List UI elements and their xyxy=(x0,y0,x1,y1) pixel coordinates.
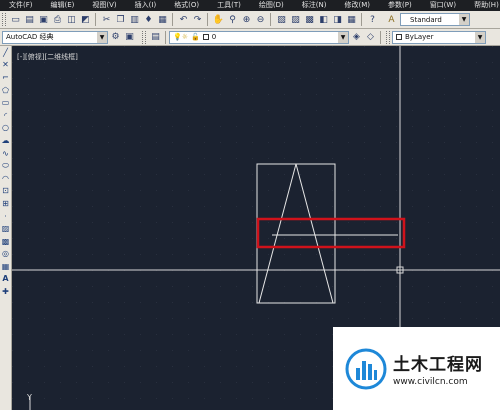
chevron-down-icon[interactable]: ▼ xyxy=(97,31,107,43)
zoom-realtime-icon[interactable]: ⚲ xyxy=(226,13,239,26)
layer-previous-icon[interactable]: ◇ xyxy=(364,31,377,44)
chevron-down-icon[interactable]: ▼ xyxy=(475,31,485,43)
chevron-down-icon[interactable]: ▼ xyxy=(459,14,469,25)
text-style-icon[interactable]: A xyxy=(385,13,398,26)
chevron-down-icon[interactable]: ▼ xyxy=(338,31,348,43)
zoom-window-icon[interactable]: ⊕ xyxy=(240,13,253,26)
point-icon[interactable]: · xyxy=(0,210,11,223)
menu-draw[interactable]: 绘图(D) xyxy=(250,0,293,11)
layer-state-icons: 💡☼ xyxy=(173,33,188,41)
match-properties-icon[interactable]: ♦ xyxy=(142,13,155,26)
table-icon[interactable]: ▦ xyxy=(0,260,11,273)
menu-dimension[interactable]: 标注(N) xyxy=(293,0,336,11)
menu-parametric[interactable]: 参数(P) xyxy=(379,0,421,11)
ucs-y-label: Y xyxy=(26,393,32,402)
publish-icon[interactable]: ◩ xyxy=(79,13,92,26)
ellipse-arc-icon[interactable]: ◠ xyxy=(0,172,11,185)
spline-icon[interactable]: ∿ xyxy=(0,147,11,160)
hatch-icon[interactable]: ▨ xyxy=(0,222,11,235)
standard-toolbar: ▭ ▤ ▣ ⎙ ◫ ◩ ✂ ❐ ▥ ♦ ▦ ↶ ↷ ✋ ⚲ ⊕ ⊖ ▧ ▨ ▩ … xyxy=(0,11,500,29)
layer-value: 0 xyxy=(211,33,217,41)
draw-toolbar: ╱ ✕ ⌐ ⬠ ▭ ◜ ○ ☁ ∿ ⬭ ◠ ⊡ ⊞ · ▨ ▩ ◎ ▦ A ✚ xyxy=(0,46,12,410)
menu-tools[interactable]: 工具(T) xyxy=(208,0,250,11)
civilcn-logo-icon xyxy=(345,348,387,389)
construction-line-icon[interactable]: ✕ xyxy=(0,59,11,72)
help-icon[interactable]: ? xyxy=(366,13,379,26)
zoom-previous-icon[interactable]: ⊖ xyxy=(254,13,267,26)
ellipse-icon[interactable]: ⬭ xyxy=(0,159,11,172)
open-file-icon[interactable]: ▤ xyxy=(23,13,36,26)
circle-icon[interactable]: ○ xyxy=(0,122,11,135)
layer-lock-icon: 🔓 xyxy=(191,33,200,41)
linetype-color-swatch xyxy=(396,34,402,40)
toolbar-grip[interactable] xyxy=(386,30,390,44)
menu-insert[interactable]: 插入(I) xyxy=(126,0,166,11)
layer-manager-icon[interactable]: ▤ xyxy=(149,31,162,44)
layer-select[interactable]: 💡☼ 🔓 0 ▼ xyxy=(169,30,349,44)
properties-icon[interactable]: ▧ xyxy=(275,13,288,26)
insert-block-icon[interactable]: ⊡ xyxy=(0,185,11,198)
sheet-set-icon[interactable]: ◧ xyxy=(317,13,330,26)
layers-toolbar: AutoCAD 经典 ▼ ⚙ ▣ ▤ 💡☼ 🔓 0 ▼ ◈ ◇ ByLayer … xyxy=(0,29,500,46)
redo-icon[interactable]: ↷ xyxy=(191,13,204,26)
toolbar-grip[interactable] xyxy=(142,30,146,44)
workspace-settings-icon[interactable]: ⚙ xyxy=(109,31,122,44)
copy-icon[interactable]: ❐ xyxy=(114,13,127,26)
menu-format[interactable]: 格式(O) xyxy=(165,0,208,11)
tool-palettes-icon[interactable]: ▩ xyxy=(303,13,316,26)
save-workspace-icon[interactable]: ▣ xyxy=(123,31,136,44)
menu-bar: 文件(F) 编辑(E) 视图(V) 插入(I) 格式(O) 工具(T) 绘图(D… xyxy=(0,0,500,11)
pan-icon[interactable]: ✋ xyxy=(212,13,225,26)
design-center-icon[interactable]: ▨ xyxy=(289,13,302,26)
layer-color-swatch xyxy=(202,34,209,40)
polyline-icon[interactable]: ⌐ xyxy=(0,71,11,84)
linetype-select[interactable]: ByLayer ▼ xyxy=(392,30,486,44)
block-editor-icon[interactable]: ▦ xyxy=(156,13,169,26)
markup-icon[interactable]: ◨ xyxy=(331,13,344,26)
arc-icon[interactable]: ◜ xyxy=(0,109,11,122)
menu-modify[interactable]: 修改(M) xyxy=(335,0,379,11)
watermark-title: 土木工程网 xyxy=(393,355,483,375)
plot-preview-icon[interactable]: ◫ xyxy=(65,13,78,26)
polygon-icon[interactable]: ⬠ xyxy=(0,84,11,97)
menu-window[interactable]: 窗口(W) xyxy=(421,0,465,11)
paste-icon[interactable]: ▥ xyxy=(128,13,141,26)
menu-edit[interactable]: 编辑(E) xyxy=(42,0,84,11)
new-file-icon[interactable]: ▭ xyxy=(9,13,22,26)
print-icon[interactable]: ⎙ xyxy=(51,13,64,26)
gradient-icon[interactable]: ▩ xyxy=(0,235,11,248)
line-icon[interactable]: ╱ xyxy=(0,46,11,59)
make-block-icon[interactable]: ⊞ xyxy=(0,197,11,210)
workspace-select[interactable]: AutoCAD 经典 ▼ xyxy=(2,30,108,44)
text-style-select[interactable]: Standard ▼ xyxy=(400,13,470,26)
rectangle-icon[interactable]: ▭ xyxy=(0,96,11,109)
workspace-value: AutoCAD 经典 xyxy=(6,33,54,41)
undo-icon[interactable]: ↶ xyxy=(177,13,190,26)
multiline-text-icon[interactable]: A xyxy=(0,273,11,286)
add-selected-icon[interactable]: ✚ xyxy=(0,285,11,298)
toolbar-grip[interactable] xyxy=(2,13,6,26)
menu-help[interactable]: 帮助(H) xyxy=(465,0,500,11)
watermark: 土木工程网 www.civilcn.com xyxy=(333,327,500,410)
menu-view[interactable]: 视图(V) xyxy=(83,0,125,11)
linetype-value: ByLayer xyxy=(405,33,434,41)
viewport-controls-label[interactable]: [-][俯视][二维线框] xyxy=(17,52,78,62)
cut-icon[interactable]: ✂ xyxy=(100,13,113,26)
revision-cloud-icon[interactable]: ☁ xyxy=(0,134,11,147)
calculator-icon[interactable]: ▦ xyxy=(345,13,358,26)
save-icon[interactable]: ▣ xyxy=(37,13,50,26)
watermark-url: www.civilcn.com xyxy=(393,377,468,387)
menu-file[interactable]: 文件(F) xyxy=(0,0,42,11)
region-icon[interactable]: ◎ xyxy=(0,248,11,261)
text-style-value: Standard xyxy=(410,15,442,24)
make-current-layer-icon[interactable]: ◈ xyxy=(350,31,363,44)
